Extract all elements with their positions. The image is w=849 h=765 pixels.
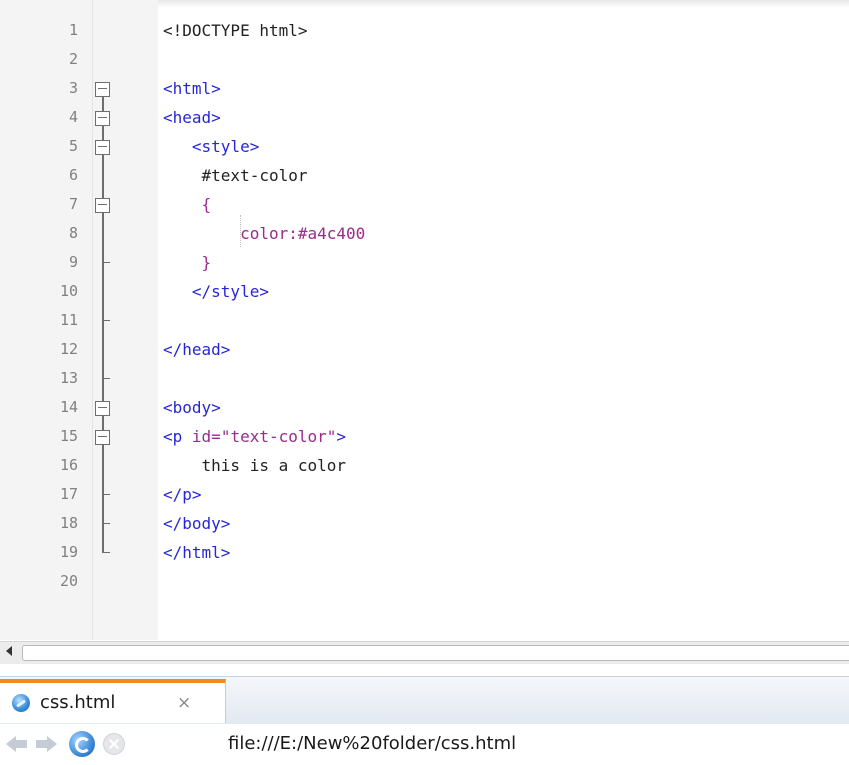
- browser-globe-icon: [12, 694, 30, 712]
- code-token: {: [163, 195, 212, 214]
- code-token: #a4c400: [297, 224, 366, 243]
- code-line[interactable]: <!DOCTYPE html>: [163, 16, 308, 45]
- line-number: 1: [68, 21, 78, 39]
- line-number: 11: [59, 311, 78, 329]
- code-token: </body>: [163, 514, 231, 533]
- line-number: 9: [68, 253, 78, 271]
- code-line[interactable]: </html>: [163, 538, 230, 567]
- code-line[interactable]: this is a color: [163, 451, 347, 480]
- fold-collapse-icon[interactable]: [95, 139, 110, 155]
- code-line[interactable]: </p>: [163, 480, 202, 509]
- code-token: <style>: [163, 137, 260, 156]
- code-line[interactable]: color:#a4c400: [163, 219, 365, 248]
- tab-label: css.html: [40, 692, 116, 713]
- close-icon[interactable]: ×: [177, 693, 191, 713]
- fold-end-tick: [102, 377, 110, 379]
- fold-collapse-icon[interactable]: [95, 81, 110, 97]
- code-line[interactable]: </style>: [163, 277, 269, 306]
- line-number: 20: [59, 572, 78, 590]
- tab-css-html[interactable]: css.html ×: [0, 679, 226, 723]
- code-token: <body>: [163, 398, 221, 417]
- fold-end-tick: [102, 522, 110, 524]
- code-line[interactable]: }: [163, 248, 212, 277]
- code-line[interactable]: </head>: [163, 335, 230, 364]
- code-line[interactable]: <p id="text-color">: [163, 422, 346, 451]
- code-token: </p>: [163, 485, 202, 504]
- code-line[interactable]: <body>: [163, 393, 221, 422]
- code-token: #text-color: [163, 166, 308, 185]
- code-token: <head>: [163, 108, 221, 127]
- code-token: <!DOCTYPE html>: [163, 21, 308, 40]
- code-line[interactable]: #text-color: [163, 161, 308, 190]
- code-token: </html>: [163, 543, 231, 562]
- browser-tab-bar: css.html ×: [0, 676, 849, 725]
- address-bar[interactable]: file:///E:/New%20folder/css.html: [140, 728, 849, 760]
- code-token: id=: [191, 427, 221, 446]
- code-line[interactable]: <style>: [163, 132, 259, 161]
- line-number: 12: [59, 340, 78, 358]
- code-editor[interactable]: 1 2 3 4 5 6 7 8 9 10 11 12 13 14 15 16 17 18 19 20 <!DOCTYP…: [0, 0, 849, 640]
- line-number: 16: [59, 456, 78, 474]
- line-number: 19: [59, 543, 78, 561]
- gutter-divider: [92, 0, 93, 640]
- code-line[interactable]: <html>: [163, 74, 221, 103]
- line-number: 7: [68, 195, 78, 213]
- code-token: <p: [163, 427, 192, 446]
- line-number: 6: [68, 166, 78, 184]
- fold-end-tick: [102, 261, 110, 263]
- fold-collapse-icon[interactable]: [95, 400, 110, 416]
- line-number: 2: [68, 50, 78, 68]
- line-number: 3: [68, 79, 78, 97]
- line-number: 10: [59, 282, 78, 300]
- code-token: </head>: [163, 340, 231, 359]
- code-token: "text-color": [220, 427, 337, 446]
- code-line[interactable]: <head>: [163, 103, 221, 132]
- code-line[interactable]: {: [163, 190, 212, 219]
- address-url: file:///E:/New%20folder/css.html: [228, 733, 517, 754]
- line-number: 5: [68, 137, 78, 155]
- fold-end-tick: [102, 551, 110, 553]
- line-number: 18: [59, 514, 78, 532]
- scroll-left-arrow-icon[interactable]: [6, 646, 12, 656]
- fold-collapse-icon[interactable]: [95, 197, 110, 213]
- indent-guide: [240, 215, 241, 247]
- fold-end-tick: [102, 319, 110, 321]
- scrollbar-track[interactable]: [22, 645, 849, 661]
- reload-icon[interactable]: [69, 731, 95, 757]
- browser-nav-bar: file:///E:/New%20folder/css.html: [0, 724, 849, 765]
- fold-collapse-icon[interactable]: [95, 110, 110, 126]
- code-token: this is a color: [163, 456, 347, 475]
- line-number: 14: [59, 398, 78, 416]
- line-number: 8: [68, 224, 78, 242]
- line-number: 4: [68, 108, 78, 126]
- line-number: 15: [59, 427, 78, 445]
- panel-gap: [0, 664, 849, 676]
- code-token: }: [163, 253, 212, 272]
- horizontal-scrollbar[interactable]: [0, 641, 849, 664]
- line-number: 13: [59, 369, 78, 387]
- code-token: color:: [163, 224, 298, 243]
- code-token: >: [336, 427, 347, 446]
- forward-arrow-icon[interactable]: [36, 733, 60, 755]
- fold-end-tick: [102, 493, 110, 495]
- line-number: 17: [59, 485, 78, 503]
- code-token: </style>: [163, 282, 269, 301]
- fold-collapse-icon[interactable]: [95, 429, 110, 445]
- back-arrow-icon[interactable]: [6, 733, 30, 755]
- stop-icon[interactable]: [103, 733, 125, 755]
- code-line[interactable]: </body>: [163, 509, 230, 538]
- code-token: <html>: [163, 79, 221, 98]
